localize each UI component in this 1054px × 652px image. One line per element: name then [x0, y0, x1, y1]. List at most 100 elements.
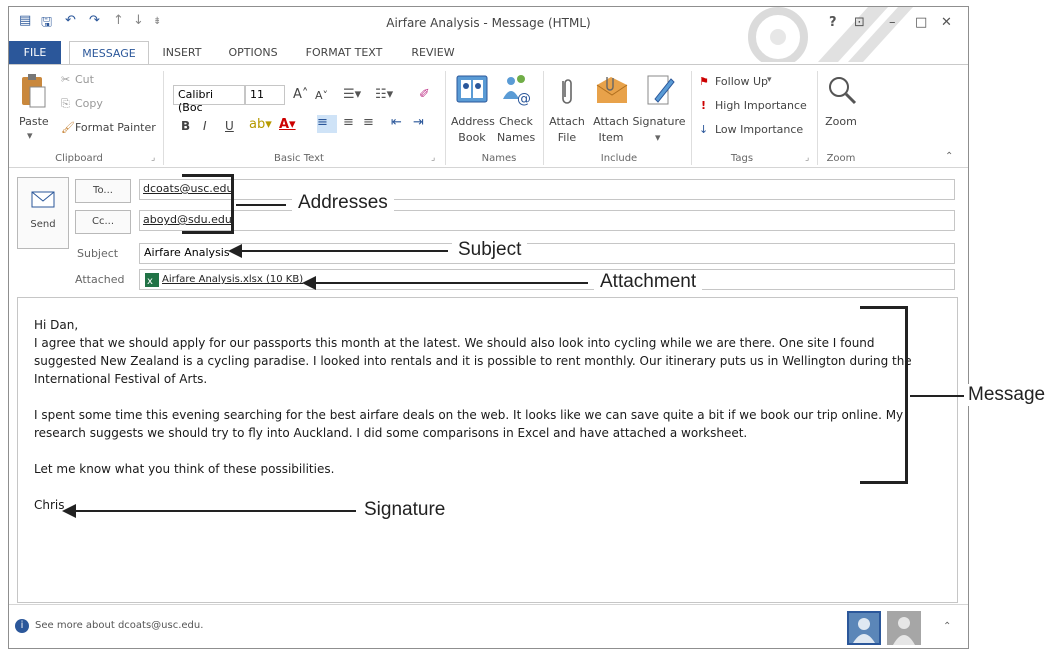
grow-font-icon[interactable]: A˄: [293, 87, 308, 102]
subject-field[interactable]: Airfare Analysis: [139, 243, 955, 264]
addresses-callout-line: [236, 204, 286, 206]
signature-icon[interactable]: [645, 73, 675, 107]
paperclip-icon[interactable]: [557, 75, 577, 107]
tab-message[interactable]: MESSAGE: [69, 41, 149, 65]
outlook-message-window: ▤ 🖫 ↶ ↷ ↑ ↓ ⇟ Airfare Analysis - Message…: [8, 6, 969, 649]
low-importance-button[interactable]: Low Importance: [715, 123, 803, 136]
minimize-button[interactable]: –: [889, 15, 896, 30]
attach-file-label-1[interactable]: Attach: [549, 115, 585, 128]
maximize-button[interactable]: □: [915, 15, 927, 30]
tab-format-text[interactable]: FORMAT TEXT: [299, 41, 389, 65]
copy-button[interactable]: Copy: [75, 97, 103, 110]
align-left-icon[interactable]: ≡: [317, 115, 337, 133]
cut-button[interactable]: Cut: [75, 73, 94, 86]
clear-formatting-icon[interactable]: ✐: [419, 87, 430, 102]
see-more-link[interactable]: See more about dcoats@usc.edu.: [35, 620, 203, 631]
subject-callout-line: [238, 250, 448, 252]
underline-button[interactable]: U: [225, 119, 234, 133]
font-color-icon[interactable]: A▾: [279, 117, 296, 132]
close-button[interactable]: ✕: [941, 15, 952, 30]
low-importance-icon: ↓: [699, 123, 709, 136]
attach-item-icon[interactable]: [595, 73, 629, 105]
attach-item-label-1[interactable]: Attach: [591, 115, 631, 128]
callout-signature: Signature: [358, 499, 452, 521]
address-book-icon[interactable]: [455, 73, 489, 105]
attached-label: Attached: [75, 273, 125, 286]
zoom-group-label: Zoom: [826, 153, 856, 164]
bold-button[interactable]: B: [181, 119, 190, 133]
attachment-file[interactable]: Airfare Analysis.xlsx (10 KB): [162, 274, 303, 285]
align-right-icon[interactable]: ≡: [363, 115, 374, 130]
basic-text-group-label: Basic Text: [274, 153, 324, 164]
paragraph-1: I agree that we should apply for our pas…: [34, 336, 912, 386]
check-names-icon[interactable]: @: [499, 73, 533, 107]
font-name-box[interactable]: Calibri (Boc: [173, 85, 245, 114]
group-separator: [445, 71, 446, 165]
collapse-ribbon-icon[interactable]: ⌃: [945, 151, 953, 162]
address-book-label-2[interactable]: Book: [451, 131, 493, 144]
italic-button[interactable]: I: [203, 119, 207, 133]
include-group-label: Include: [600, 153, 638, 164]
svg-text:x: x: [147, 276, 153, 287]
message-bracket: [860, 306, 908, 484]
callout-attachment: Attachment: [594, 271, 703, 293]
tags-launcher-icon[interactable]: ⌟: [805, 153, 809, 163]
numbering-icon[interactable]: ☷▾: [375, 87, 393, 102]
follow-up-dropdown-icon[interactable]: ▾: [767, 75, 772, 85]
group-separator: [543, 71, 544, 165]
to-button[interactable]: To...: [75, 179, 131, 203]
attach-file-label-2[interactable]: File: [549, 131, 585, 144]
copy-icon: ⎘: [61, 97, 70, 110]
decrease-indent-icon[interactable]: ⇤: [391, 115, 402, 130]
check-names-label-2[interactable]: Names: [497, 131, 535, 144]
callout-addresses: Addresses: [292, 192, 394, 214]
tab-review[interactable]: REVIEW: [405, 41, 461, 65]
font-size-box[interactable]: 11: [245, 85, 285, 105]
tab-file[interactable]: FILE: [9, 41, 61, 65]
address-book-label-1[interactable]: Address: [451, 115, 495, 128]
message-body[interactable]: Hi Dan, I agree that we should apply for…: [17, 297, 958, 603]
shrink-font-icon[interactable]: A˅: [315, 89, 328, 102]
callout-subject: Subject: [452, 239, 528, 261]
subject-label: Subject: [77, 247, 119, 260]
to-field[interactable]: [139, 179, 955, 200]
paste-icon[interactable]: [19, 73, 47, 111]
ribbon-display-options-button[interactable]: ⊡: [854, 15, 865, 30]
help-button[interactable]: ?: [829, 15, 837, 30]
align-center-icon[interactable]: ≡: [343, 115, 354, 130]
check-names-label-1[interactable]: Check: [497, 115, 535, 128]
basic-text-launcher-icon[interactable]: ⌟: [431, 153, 435, 163]
signature-button[interactable]: Signature: [631, 115, 687, 128]
signature-dropdown-icon[interactable]: ▾: [655, 131, 661, 144]
send-envelope-icon: [31, 191, 55, 208]
highlight-color-icon[interactable]: ab▾: [249, 117, 272, 132]
paste-button[interactable]: Paste: [19, 115, 49, 128]
signature-callout-line: [74, 510, 356, 512]
send-button[interactable]: Send: [17, 177, 69, 249]
clipboard-launcher-icon[interactable]: ⌟: [151, 153, 155, 163]
group-separator: [691, 71, 692, 165]
zoom-button[interactable]: Zoom: [821, 115, 861, 128]
attach-item-label-2[interactable]: Item: [591, 131, 631, 144]
expand-people-pane-icon[interactable]: ⌃: [943, 621, 951, 632]
zoom-icon[interactable]: [827, 75, 857, 105]
signature-arrowhead: [62, 504, 76, 518]
follow-up-button[interactable]: Follow Up: [715, 75, 768, 88]
high-importance-button[interactable]: High Importance: [715, 99, 807, 112]
format-painter-icon: 🖌: [61, 121, 75, 134]
increase-indent-icon[interactable]: ⇥: [413, 115, 424, 130]
excel-file-icon: x: [145, 273, 159, 287]
bullets-icon[interactable]: ☰▾: [343, 87, 361, 102]
contact-avatar-selected[interactable]: [847, 611, 881, 645]
format-painter-button[interactable]: Format Painter: [75, 121, 156, 134]
group-separator: [163, 71, 164, 165]
people-pane-bar: i See more about dcoats@usc.edu. ⌃: [9, 604, 968, 648]
tab-options[interactable]: OPTIONS: [223, 41, 283, 65]
paste-dropdown-icon[interactable]: ▾: [27, 129, 33, 142]
contact-avatar[interactable]: [887, 611, 921, 645]
message-callout-line: [910, 395, 964, 397]
cc-button[interactable]: Cc...: [75, 210, 131, 234]
cc-field[interactable]: [139, 210, 955, 231]
tab-insert[interactable]: INSERT: [157, 41, 207, 65]
clipboard-group-label: Clipboard: [55, 153, 103, 164]
